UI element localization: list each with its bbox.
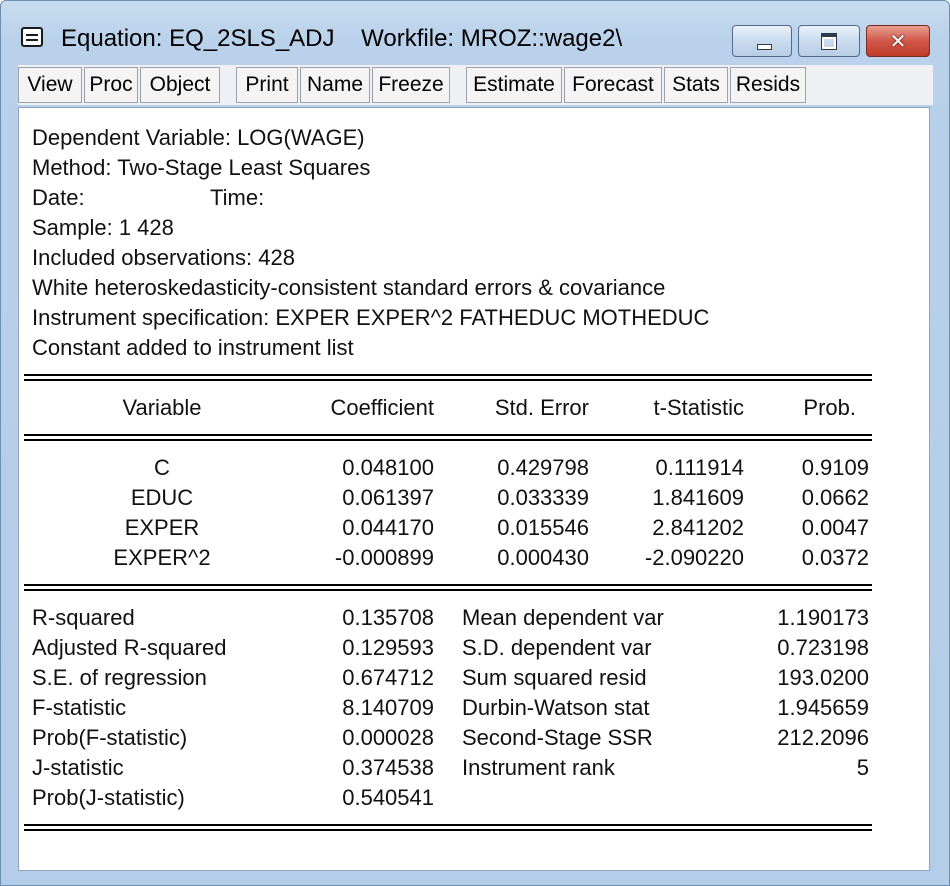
column-header-prob: Prob.	[803, 395, 856, 420]
print-button[interactable]: Print	[236, 67, 298, 103]
minimize-icon	[757, 44, 772, 50]
t-statistic-value: -2.090220	[644, 545, 744, 570]
stat-value: 5	[856, 755, 869, 780]
stat-value: 0.129593	[342, 635, 434, 660]
table-rule-bottom	[24, 824, 872, 831]
stat-label: Prob(F-statistic)	[32, 725, 188, 750]
column-header-coefficient: Coefficient	[330, 395, 434, 420]
t-statistic-value: 1.841609	[652, 485, 744, 510]
method: Method: Two-Stage Least Squares	[32, 155, 371, 180]
stat-value: 212.2096	[777, 725, 869, 750]
stat-value: 193.0200	[777, 665, 869, 690]
std-error-value: 0.000430	[497, 545, 589, 570]
stat-value: 0.000028	[342, 725, 434, 750]
coefficient-value: 0.061397	[342, 485, 434, 510]
stat-label: Mean dependent var	[462, 605, 664, 630]
stat-label: S.E. of regression	[32, 665, 207, 690]
minimize-button[interactable]	[732, 25, 792, 57]
standard-errors-note: White heteroskedasticity-consistent stan…	[32, 275, 666, 300]
t-statistic-value: 0.111914	[655, 455, 745, 480]
stat-label: R-squared	[32, 605, 135, 630]
maximize-icon	[821, 33, 837, 50]
std-error-value: 0.015546	[497, 515, 589, 540]
name-button[interactable]: Name	[300, 67, 370, 103]
prob-value: 0.0372	[801, 545, 869, 570]
stat-label: J-statistic	[32, 755, 124, 780]
stat-label: Prob(J-statistic)	[32, 785, 185, 810]
proc-button[interactable]: Proc	[84, 67, 138, 103]
stat-label: F-statistic	[32, 695, 127, 720]
column-header-variable: Variable	[122, 395, 202, 420]
estimate-button[interactable]: Estimate	[466, 67, 562, 103]
stats-button[interactable]: Stats	[664, 67, 728, 103]
variable-name: EDUC	[130, 485, 194, 510]
stat-value: 0.374538	[342, 755, 434, 780]
close-button[interactable]: ✕	[866, 25, 930, 57]
title-bar[interactable]: Equation: EQ_2SLS_ADJ Workfile: MROZ::wa…	[1, 1, 949, 61]
stat-label: Durbin-Watson stat	[462, 695, 650, 720]
std-error-value: 0.429798	[497, 455, 589, 480]
stat-value: 0.674712	[342, 665, 434, 690]
variable-name: EXPER^2	[113, 545, 211, 570]
t-statistic-value: 2.841202	[652, 515, 744, 540]
table-rule-stats	[24, 584, 872, 591]
prob-value: 0.9109	[801, 455, 869, 480]
toolbar: View Proc Object Print Name Freeze Estim…	[18, 65, 933, 105]
equation-window: Equation: EQ_2SLS_ADJ Workfile: MROZ::wa…	[0, 0, 950, 886]
stat-value: 1.945659	[777, 695, 869, 720]
constant-note: Constant added to instrument list	[32, 335, 354, 360]
instrument-specification: Instrument specification: EXPER EXPER^2 …	[32, 305, 710, 330]
stat-value: 1.190173	[777, 605, 869, 630]
stat-label: Second-Stage SSR	[462, 725, 653, 750]
stat-value: 0.540541	[342, 785, 434, 810]
coefficient-value: -0.000899	[334, 545, 434, 570]
column-header-std-error: Std. Error	[494, 395, 589, 420]
std-error-value: 0.033339	[497, 485, 589, 510]
stat-label: Sum squared resid	[462, 665, 647, 690]
stat-value: 0.135708	[342, 605, 434, 630]
prob-value: 0.0047	[801, 515, 869, 540]
maximize-button[interactable]	[798, 25, 860, 57]
freeze-button[interactable]: Freeze	[372, 67, 450, 103]
coefficient-value: 0.044170	[342, 515, 434, 540]
view-button[interactable]: View	[18, 67, 82, 103]
resids-button[interactable]: Resids	[730, 67, 806, 103]
stat-label: S.D. dependent var	[462, 635, 652, 660]
time-label: Time:	[210, 185, 265, 210]
variable-name: C	[154, 455, 170, 480]
window-menu-icon[interactable]	[21, 27, 43, 47]
prob-value: 0.0662	[801, 485, 869, 510]
stat-value: 0.723198	[777, 635, 869, 660]
table-rule-header	[24, 434, 872, 441]
close-icon: ✕	[889, 29, 907, 53]
coefficient-value: 0.048100	[342, 455, 434, 480]
included-observations: Included observations: 428	[32, 245, 295, 270]
object-button[interactable]: Object	[140, 67, 220, 103]
stat-label: Instrument rank	[462, 755, 615, 780]
stat-label: Adjusted R-squared	[32, 635, 227, 660]
sample: Sample: 1 428	[32, 215, 174, 240]
column-header-t-statistic: t-Statistic	[653, 395, 744, 420]
table-rule-top	[24, 374, 872, 381]
output-view[interactable]: Dependent Variable: LOG(WAGE) Method: Tw…	[18, 107, 930, 871]
variable-name: EXPER	[124, 515, 200, 540]
dependent-variable: Dependent Variable: LOG(WAGE)	[32, 125, 365, 150]
forecast-button[interactable]: Forecast	[564, 67, 662, 103]
window-title: Equation: EQ_2SLS_ADJ Workfile: MROZ::wa…	[61, 25, 623, 52]
date-label: Date:	[32, 185, 85, 210]
stat-value: 8.140709	[342, 695, 434, 720]
